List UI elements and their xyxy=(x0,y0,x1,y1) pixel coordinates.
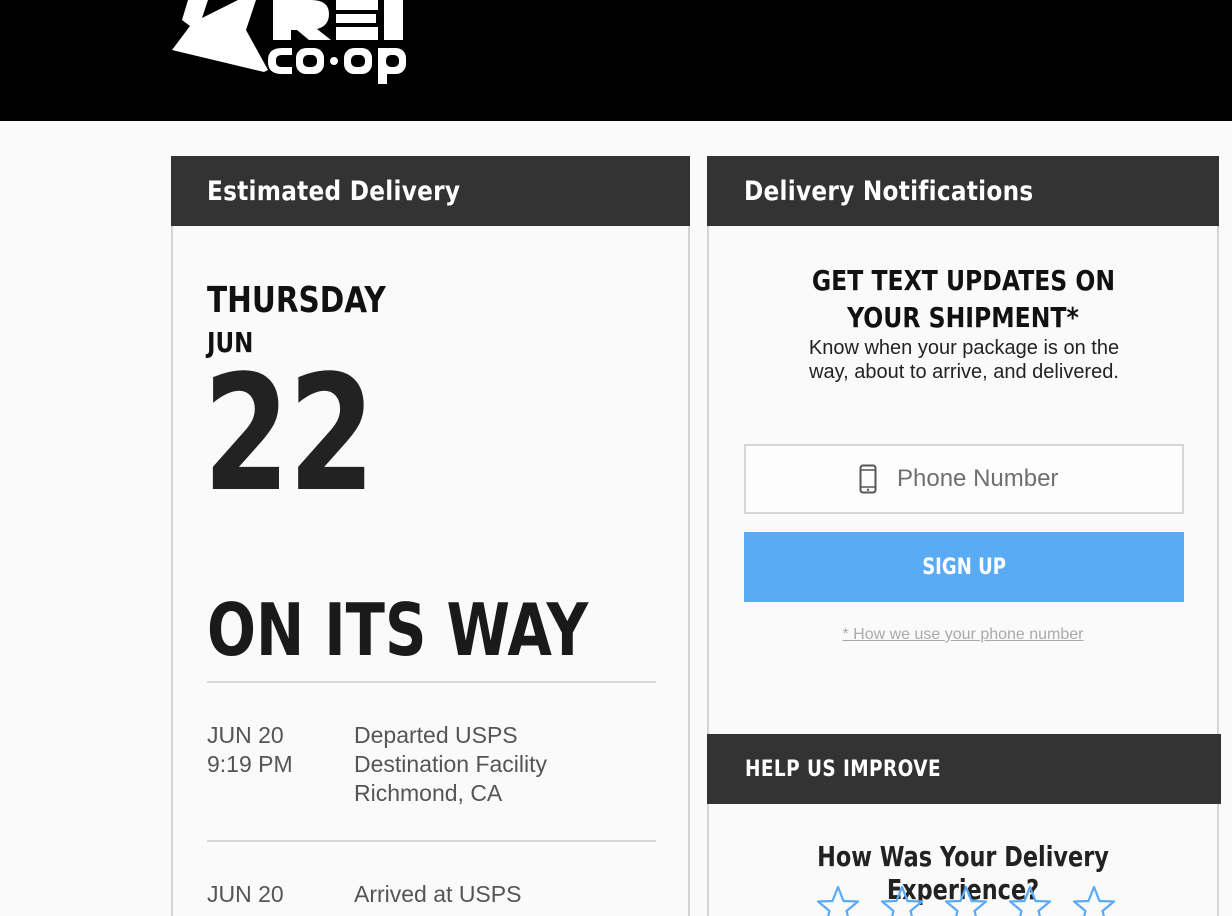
estimated-delivery-header: Estimated Delivery xyxy=(171,156,690,226)
mobile-phone-icon xyxy=(859,464,877,494)
estimated-delivery-card: Estimated Delivery THURSDAY JUN 22 ON IT… xyxy=(171,156,690,916)
delivery-date: 22 xyxy=(203,340,375,527)
event-time: 9:19 PM xyxy=(207,751,293,777)
text-updates-heading: GET TEXT UPDATES ON YOUR SHIPMENT* xyxy=(709,262,1217,336)
delivery-notifications-header: Delivery Notifications xyxy=(707,156,1219,226)
event-date: JUN 20 xyxy=(207,881,284,907)
estimated-delivery-title: Estimated Delivery xyxy=(207,175,461,207)
event-line: Departed USPS xyxy=(354,722,518,748)
event-line: Destination Facility xyxy=(354,751,548,777)
delivery-notifications-title: Delivery Notifications xyxy=(744,175,1034,207)
sign-up-label: SIGN UP xyxy=(922,554,1006,580)
delivery-notifications-card: Delivery Notifications GET TEXT UPDATES … xyxy=(707,156,1221,916)
help-us-improve-title: HELP US IMPROVE xyxy=(745,756,942,782)
shipment-status: ON ITS WAY xyxy=(207,588,589,672)
tracking-event-datetime: JUN 20 xyxy=(207,880,284,909)
text-updates-heading-line: GET TEXT UPDATES ON xyxy=(811,264,1115,297)
star-outline-icon[interactable] xyxy=(1007,884,1053,916)
tracking-event-description: Arrived at USPS xyxy=(354,880,521,909)
event-line: Arrived at USPS xyxy=(354,881,522,907)
divider xyxy=(207,840,656,842)
tracking-event-datetime: JUN 20 9:19 PM xyxy=(207,721,293,779)
star-outline-icon[interactable] xyxy=(1071,884,1117,916)
phone-number-field[interactable] xyxy=(744,444,1184,514)
star-outline-icon[interactable] xyxy=(815,884,861,916)
delivery-day: THURSDAY xyxy=(207,280,386,321)
text-updates-heading-line: YOUR SHIPMENT* xyxy=(847,301,1079,334)
event-location: Richmond, CA xyxy=(354,780,503,806)
site-header xyxy=(0,0,1232,121)
star-rating xyxy=(815,884,1117,916)
divider xyxy=(207,681,656,683)
tracking-event-description: Departed USPS Destination Facility Richm… xyxy=(354,721,547,808)
phone-number-input[interactable] xyxy=(897,465,1069,493)
rei-coop-logo[interactable] xyxy=(172,0,444,88)
phone-usage-link[interactable]: * How we use your phone number xyxy=(709,626,1217,644)
star-outline-icon[interactable] xyxy=(879,884,925,916)
event-date: JUN 20 xyxy=(207,722,284,748)
sign-up-button[interactable]: SIGN UP xyxy=(744,532,1184,602)
text-updates-description: Know when your package is on the way, ab… xyxy=(808,337,1120,383)
star-outline-icon[interactable] xyxy=(943,884,989,916)
help-us-improve-header: HELP US IMPROVE xyxy=(707,734,1221,804)
